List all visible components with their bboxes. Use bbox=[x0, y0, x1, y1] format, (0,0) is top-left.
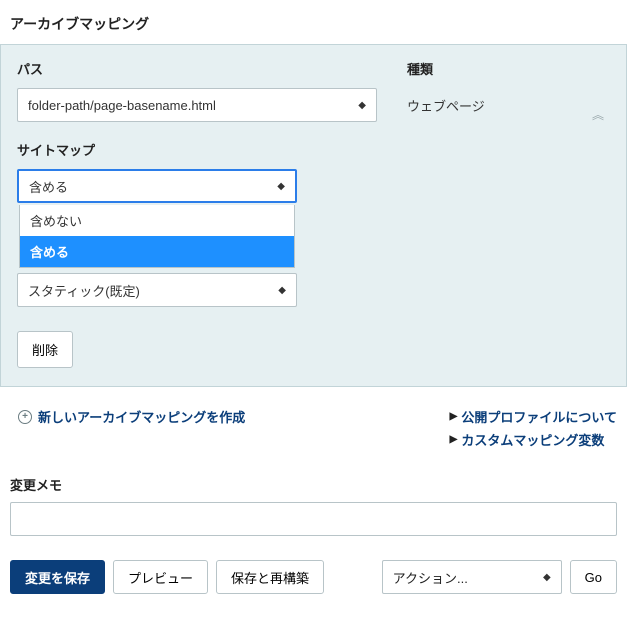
static-selected-value: スタティック(既定) bbox=[28, 281, 140, 300]
sitemap-option-include[interactable]: 含める bbox=[20, 236, 294, 267]
path-input[interactable]: folder-path/page-basename.html ◆ bbox=[17, 88, 377, 122]
profile-link-label: 公開プロファイルについて bbox=[461, 407, 617, 426]
custom-var-link-label: カスタムマッピング変数 bbox=[461, 430, 604, 449]
create-mapping-label: 新しいアーカイブマッピングを作成 bbox=[38, 407, 245, 426]
profile-link[interactable]: ▶ 公開プロファイルについて bbox=[450, 407, 617, 426]
plus-icon: + bbox=[18, 410, 32, 424]
sitemap-selected-value: 含める bbox=[29, 177, 68, 196]
action-select-label: アクション... bbox=[393, 568, 468, 587]
memo-input[interactable] bbox=[10, 502, 617, 536]
memo-label: 変更メモ bbox=[10, 475, 617, 494]
path-value: folder-path/page-basename.html bbox=[28, 98, 216, 113]
create-mapping-link[interactable]: + 新しいアーカイブマッピングを作成 bbox=[18, 407, 245, 426]
delete-button[interactable]: 削除 bbox=[17, 331, 73, 368]
page-title: アーカイブマッピング bbox=[0, 0, 627, 44]
path-label: パス bbox=[17, 59, 377, 78]
custom-var-link[interactable]: ▶ カスタムマッピング変数 bbox=[450, 430, 617, 449]
archive-mapping-panel: ︽ パス folder-path/page-basename.html ◆ 種類… bbox=[0, 44, 627, 387]
sitemap-label: サイトマップ bbox=[17, 140, 610, 159]
caret-icon: ◆ bbox=[543, 572, 551, 583]
triangle-icon: ▶ bbox=[450, 411, 458, 422]
sitemap-option-exclude[interactable]: 含めない bbox=[20, 205, 294, 236]
sitemap-select[interactable]: 含める ◆ 含めない 含める bbox=[17, 169, 297, 203]
caret-icon: ◆ bbox=[278, 285, 286, 296]
save-rebuild-button[interactable]: 保存と再構築 bbox=[216, 560, 324, 594]
caret-icon: ◆ bbox=[277, 181, 285, 192]
type-label: 種類 bbox=[407, 59, 610, 78]
preview-button[interactable]: プレビュー bbox=[113, 560, 208, 594]
sitemap-dropdown: 含めない 含める bbox=[19, 205, 295, 268]
action-select[interactable]: アクション... ◆ bbox=[382, 560, 562, 594]
caret-icon: ◆ bbox=[358, 100, 366, 111]
triangle-icon: ▶ bbox=[450, 434, 458, 445]
static-select[interactable]: スタティック(既定) ◆ bbox=[17, 273, 297, 307]
save-button[interactable]: 変更を保存 bbox=[10, 560, 105, 594]
type-value: ウェブページ bbox=[407, 88, 610, 115]
collapse-icon[interactable]: ︽ bbox=[592, 111, 604, 119]
go-button[interactable]: Go bbox=[570, 560, 617, 594]
